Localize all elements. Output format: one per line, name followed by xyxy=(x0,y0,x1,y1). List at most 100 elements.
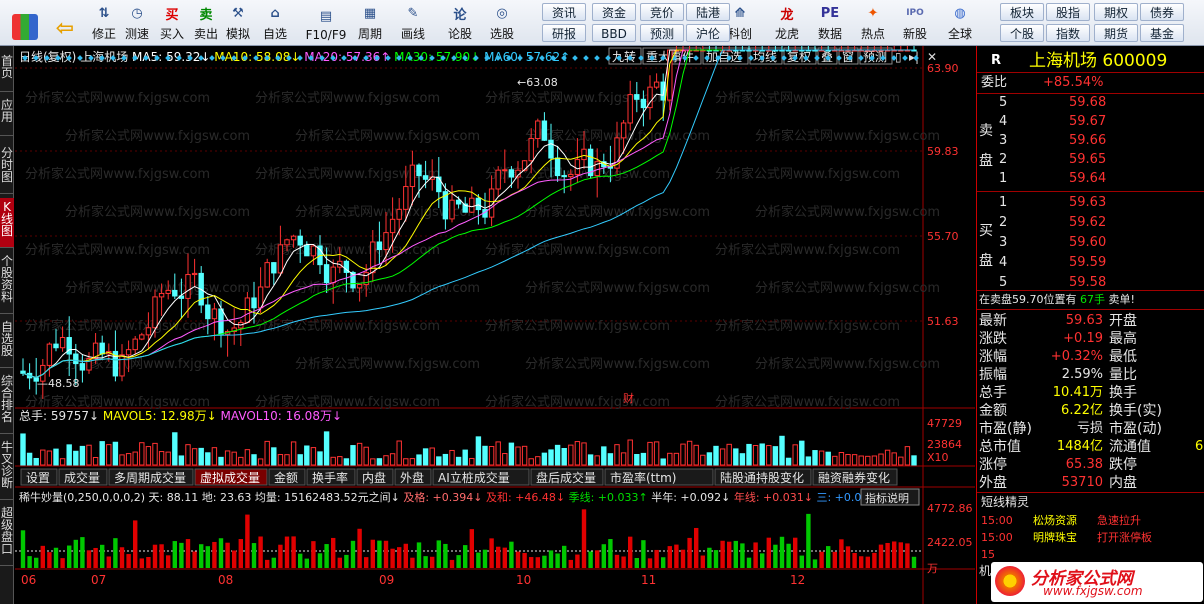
toolbar-pill-bottom[interactable]: 沪伦 xyxy=(686,24,730,42)
candle-body xyxy=(416,164,422,177)
watermark: 分析家公式网www.fxjgsw.com xyxy=(255,318,440,334)
toolbar-button-f10[interactable]: ▤ F10/F9 xyxy=(302,2,350,44)
forum-icon: 论 xyxy=(453,7,467,23)
volume-bar xyxy=(495,441,501,466)
buy-book-label: 买盘 xyxy=(979,223,993,269)
volume-bar xyxy=(20,433,26,466)
toolbar-button-pe[interactable]: PE 数据 xyxy=(812,2,848,44)
toolbar-pill-top[interactable]: 板块 xyxy=(1000,3,1044,21)
sidebar-tab-5[interactable]: 自 选 股 xyxy=(0,318,14,368)
zoom-out-icon[interactable]: ▯ xyxy=(895,50,902,64)
buy-price[interactable]: 59.62 xyxy=(1069,214,1106,232)
volume-bar xyxy=(528,458,534,466)
price-axis-label: 51.63 xyxy=(927,315,959,328)
candle-body xyxy=(535,120,541,140)
indicator-help-label: 指标说明 xyxy=(865,491,909,505)
candle-body xyxy=(284,239,290,246)
toolbar-pill-top[interactable]: 资讯 xyxy=(542,3,586,21)
finance-event-icon[interactable]: 财 xyxy=(623,391,634,405)
toolbar-button-forum[interactable]: 论论股 xyxy=(442,2,478,44)
volume-bar xyxy=(792,444,798,466)
buy-price[interactable]: 59.60 xyxy=(1069,234,1106,252)
volume-bar xyxy=(112,441,119,466)
stat-label: 外盘 xyxy=(979,475,1007,491)
candle-body xyxy=(653,81,660,88)
toolbar-pill-top[interactable]: 股指 xyxy=(1046,3,1090,21)
toolbar-pill-top[interactable]: 竞价 xyxy=(640,3,684,21)
volume-bar xyxy=(264,440,270,466)
toolbar-pill-bottom[interactable]: 个股 xyxy=(1000,24,1044,42)
sell-price[interactable]: 59.67 xyxy=(1069,113,1106,131)
watermark: 分析家公式网www.fxjgsw.com xyxy=(25,242,210,258)
toolbar-button-globe[interactable]: ◍ 全球 xyxy=(942,2,978,44)
indicator-bar xyxy=(416,542,422,568)
dragon-icon: 龙 xyxy=(780,7,794,23)
sidebar-tab-7[interactable]: 牛 叉 诊 断 xyxy=(0,438,14,500)
sidebar-tab-2[interactable]: 分 时 图 xyxy=(0,144,14,194)
indicator-tab-label: 设置 xyxy=(26,471,50,485)
sell-price[interactable]: 59.65 xyxy=(1069,151,1106,169)
volume-bar xyxy=(152,442,158,466)
volume-bar xyxy=(541,452,548,466)
sidebar-tab-1[interactable]: 应 用 xyxy=(0,96,14,136)
toolbar-button-select[interactable]: ◎ 选股 xyxy=(484,2,520,44)
indicator-bar xyxy=(53,547,59,568)
buy-price[interactable]: 59.63 xyxy=(1069,194,1106,212)
stat-value: +0.19 xyxy=(1063,331,1103,346)
toolbar-button-label: 数据 xyxy=(817,27,842,41)
indicator-bar xyxy=(740,543,745,568)
toolbar-pill-top[interactable]: 期权 xyxy=(1094,3,1138,21)
toolbar-button-hammer[interactable]: ⚒ 模拟 xyxy=(220,2,256,44)
main-toolbar: ⇦ ⇅ 修正 ◷ 测速买买入卖卖出 ⚒ 模拟 ⌂ 自选 ▤ F10/F9 ▦ 周期 ✎ 画线论论股 ◎ 选股 ⟰ 科… xyxy=(0,0,1204,46)
indicator-bar xyxy=(456,555,461,568)
volume-bar xyxy=(436,456,442,466)
indicator-bar xyxy=(265,559,270,568)
separator xyxy=(977,309,1204,310)
toolbar-button-hot[interactable]: ✦ 热点 xyxy=(855,2,891,44)
toolbar-pill-bottom[interactable]: BBD xyxy=(592,24,636,42)
toolbar-button-house[interactable]: ⌂ 自选 xyxy=(257,2,293,44)
sidebar-tab-4[interactable]: 个 股 资 料 xyxy=(0,252,14,314)
prev-page-button[interactable]: ⇦ xyxy=(52,2,78,44)
news-stock[interactable]: 松炀资源 xyxy=(1033,512,1077,530)
candle-body xyxy=(125,349,132,356)
sidebar-tab-0[interactable]: 首 页 xyxy=(0,52,14,92)
volume-bar xyxy=(719,448,726,466)
sell-price[interactable]: 59.64 xyxy=(1069,170,1106,188)
candle-body xyxy=(20,370,26,374)
toolbar-button-buy[interactable]: 买买入 xyxy=(154,2,190,44)
volume-bar xyxy=(554,444,561,466)
sell-price[interactable]: 59.66 xyxy=(1069,132,1106,150)
toolbar-button-ipo[interactable]: IPO 新股 xyxy=(897,2,933,44)
volume-bar xyxy=(752,444,759,466)
sidebar-tab-6[interactable]: 综 合 排 名 xyxy=(0,372,14,434)
toolbar-pill-top[interactable]: 资金 xyxy=(592,3,636,21)
toolbar-pill-bottom[interactable]: 研报 xyxy=(542,24,586,42)
toolbar-button-sell[interactable]: 卖卖出 xyxy=(188,2,224,44)
back-button[interactable] xyxy=(8,2,42,44)
toolbar-pill-bottom[interactable]: 基金 xyxy=(1140,24,1184,42)
sidebar-tab-8[interactable]: 超 级 盘 口 xyxy=(0,504,14,566)
toolbar-button-pencil[interactable]: ✎ 画线 xyxy=(395,2,431,44)
toolbar-pill-top[interactable]: 陆港 xyxy=(686,3,730,21)
volume-bar xyxy=(429,447,435,466)
toolbar-button-clock[interactable]: ◷ 测速 xyxy=(119,2,155,44)
toolbar-pill-bottom[interactable]: 期货 xyxy=(1094,24,1138,42)
toolbar-pill-bottom[interactable]: 指数 xyxy=(1046,24,1090,42)
watermark: 分析家公式网www.fxjgsw.com xyxy=(755,204,940,220)
candle-body xyxy=(139,334,145,340)
pencil-icon: ✎ xyxy=(407,5,419,21)
sell-level: 5 xyxy=(999,95,1008,110)
toolbar-button-arrow-up-down[interactable]: ⇅ 修正 xyxy=(86,2,122,44)
toolbar-pill-top[interactable]: 债券 xyxy=(1140,3,1184,21)
toolbar-pill-bottom[interactable]: 预测 xyxy=(640,24,684,42)
sell-price[interactable]: 59.68 xyxy=(1069,94,1106,112)
toolbar-button-dragon[interactable]: 龙龙虎 xyxy=(769,2,805,44)
stat-label-right: 内盘 xyxy=(1109,475,1137,491)
sidebar-tab-3[interactable]: K 线 图 xyxy=(0,198,14,248)
mavol10-label: MAVOL10: 16.08万↓ xyxy=(221,409,342,423)
toolbar-button-calendar[interactable]: ▦ 周期 xyxy=(352,2,388,44)
news-stock[interactable]: 明牌珠宝 xyxy=(1033,529,1077,547)
buy-price[interactable]: 59.59 xyxy=(1069,254,1106,272)
kline-chart-area[interactable]: 分析家公式网www.fxjgsw.com 分析家公式网www.fxjgsw.com… xyxy=(15,46,975,604)
